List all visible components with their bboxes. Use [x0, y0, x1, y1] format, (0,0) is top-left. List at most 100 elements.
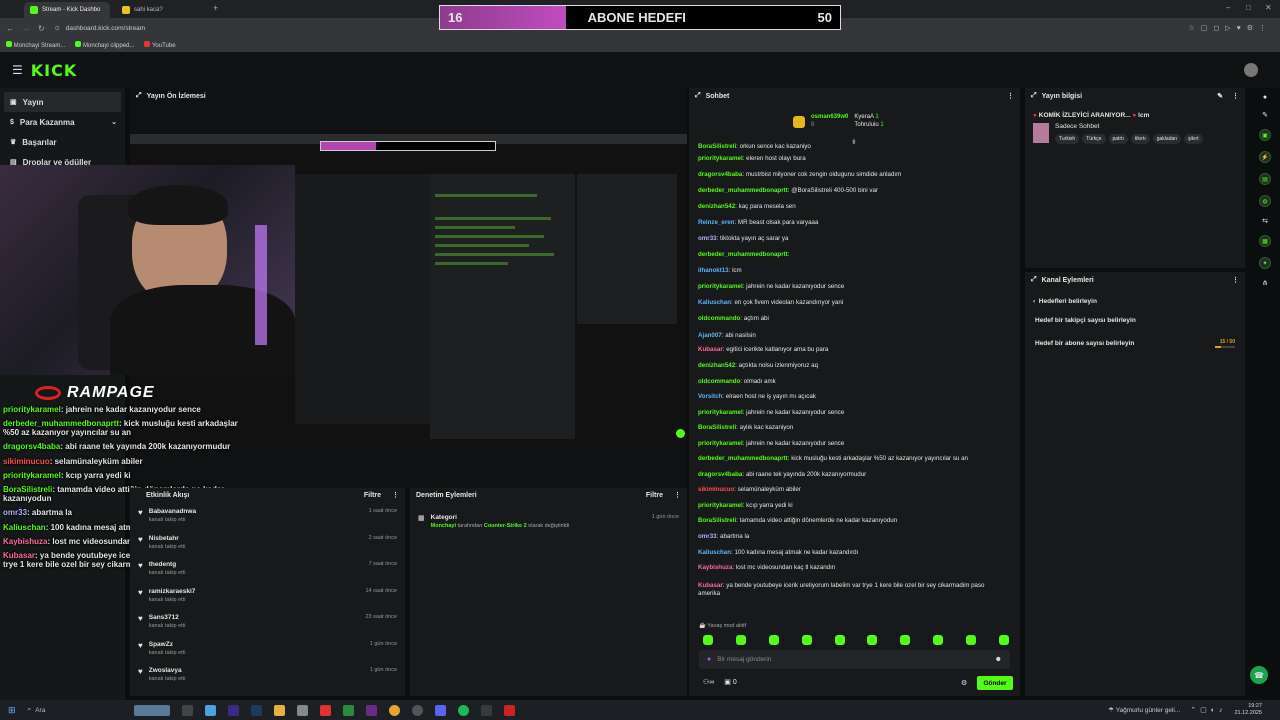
chat-message[interactable]: derbeder_muhammedbonaprtt: kick musluğu … — [689, 455, 968, 462]
bookmark-item[interactable]: Monchayi Stream... — [6, 41, 65, 49]
chat-username[interactable]: Reinze_eren — [698, 219, 734, 226]
chat-username[interactable]: oldcommando — [698, 315, 740, 322]
link-icon[interactable]: ⇆ — [1262, 217, 1268, 225]
chat-message[interactable]: Kaliuschan: en çok fivem videoları kazan… — [689, 299, 843, 306]
chat-username[interactable]: Vorsitch — [698, 393, 722, 400]
chat-message[interactable]: prioritykaramel: kcıp yarra yedi ki — [689, 502, 793, 509]
chat-username[interactable]: denizhan542 — [698, 362, 735, 369]
tag-chip[interactable]: Turkish — [1055, 134, 1080, 144]
discord-icon[interactable] — [434, 704, 446, 716]
new-tab-icon[interactable]: + — [213, 3, 218, 13]
site-info-icon[interactable]: ⊙ — [55, 25, 60, 32]
chat-username[interactable]: ilhanokt13 — [698, 267, 729, 274]
chat-username[interactable]: omr33 — [698, 235, 717, 242]
chrome-icon[interactable] — [388, 704, 400, 716]
emote-icon[interactable] — [933, 635, 944, 645]
folder-icon[interactable] — [273, 704, 285, 716]
chat-username[interactable]: dragorsv4baba — [698, 171, 742, 178]
expand-icon[interactable]: ⤢ — [695, 92, 701, 100]
chat-username[interactable]: derbeder_muhammedbonaprtt — [698, 251, 788, 258]
rail-tools-icon[interactable]: ✦ — [1259, 257, 1271, 269]
chat-message[interactable]: dragorsv4baba: abi raane tek yayında 200… — [689, 471, 866, 478]
activity-filter[interactable]: Filtre — [364, 492, 381, 499]
url-field[interactable]: dashboard.kick.com/stream — [66, 25, 145, 32]
chat-message[interactable]: prioritykaramel: jahrein ne kadar kazanı… — [689, 283, 844, 290]
chat-input[interactable]: ● Bir mesaj gönderin ☻ — [699, 650, 1010, 669]
chat-message[interactable]: Ajan007: abi nasilsin — [689, 332, 756, 339]
clock[interactable]: 19:27 21.12.2025 — [1234, 703, 1262, 717]
support-chat-button[interactable]: ☎ — [1250, 666, 1268, 684]
chat-username[interactable]: sikiminucuo — [698, 486, 734, 493]
chat-message[interactable]: derbeder_muhammedbonaprtt: @BoraSilistre… — [689, 187, 878, 194]
bookmark-item[interactable]: Monchayi clipped... — [75, 41, 134, 49]
taskbar-search[interactable]: ⌕ Ara — [28, 703, 128, 717]
users-icon[interactable]: ⚇∞ — [703, 678, 714, 686]
emote-icon[interactable] — [998, 635, 1009, 645]
emote-icon[interactable] — [768, 635, 779, 645]
chat-message[interactable]: BoraSilistreli: orkun sence kac kazaniyo — [689, 143, 811, 150]
menu-icon[interactable]: ☰ — [12, 63, 23, 77]
tag-chip[interactable]: şikırt — [1184, 134, 1203, 144]
chat-username[interactable]: BoraSilistreli — [698, 517, 736, 524]
more-icon[interactable]: ⋮ — [674, 491, 681, 499]
chat-message[interactable]: prioritykaramel: jahrein ne kadar kazanı… — [689, 409, 844, 416]
edge-icon[interactable] — [204, 704, 216, 716]
more-icon[interactable]: ⋮ — [1232, 276, 1239, 284]
obs-icon[interactable] — [411, 704, 423, 716]
windows-start-icon[interactable]: ⊞ — [8, 705, 16, 716]
chat-username[interactable]: oldcommando — [698, 378, 740, 385]
emote-icon[interactable] — [735, 635, 746, 645]
notepad-icon[interactable] — [296, 704, 308, 716]
extension-icons[interactable]: ☆▢◻▷♥⚙⋮ — [1188, 24, 1272, 32]
excel-icon[interactable] — [342, 704, 354, 716]
more-icon[interactable]: ⋮ — [392, 491, 399, 499]
rail-layout-icon[interactable]: ▦ — [1259, 235, 1271, 247]
spotify-icon[interactable] — [457, 704, 469, 716]
pin-icon[interactable]: ⇟ — [851, 138, 857, 146]
kick-logo[interactable]: KICK — [31, 61, 78, 80]
sidebar-item-basarilar[interactable]: ♛ Başarılar — [0, 132, 125, 152]
chat-username[interactable]: denizhan542 — [698, 203, 735, 210]
chat-message[interactable]: oldcommando: açtım abi — [689, 315, 769, 322]
more-icon[interactable]: ⋮ — [1007, 92, 1014, 100]
tag-chip[interactable]: patrtı — [1108, 134, 1128, 144]
chat-message[interactable]: sikiminucuo: selamünaleyküm abiler — [689, 486, 801, 493]
emote-icon[interactable] — [966, 635, 976, 645]
emote-icon[interactable] — [867, 635, 878, 645]
browser-tab[interactable]: sahi kaca? — [116, 2, 206, 18]
chat-message[interactable]: denizhan542: açtıkta nolsu izlenmiyoruz … — [689, 362, 818, 369]
info-icon[interactable]: ● — [1263, 94, 1267, 101]
chat-username[interactable]: derbeder_muhammedbonaprtt — [698, 187, 788, 194]
premiere-icon[interactable] — [227, 704, 239, 716]
settings-icon[interactable]: ⚙ — [961, 679, 967, 687]
chat-username[interactable]: BoraSilistreli — [698, 424, 736, 431]
chat-username[interactable]: derbeder_muhammedbonaprtt — [698, 455, 788, 462]
tag-chip[interactable]: gakladan — [1152, 134, 1182, 144]
emote-icon[interactable] — [703, 635, 713, 645]
tray-icons[interactable]: ⌃▢◐♪ — [1190, 706, 1226, 714]
audit-filter[interactable]: Filtre — [646, 492, 663, 499]
sidebar-item-yayin[interactable]: ▣ Yayın — [4, 92, 121, 112]
forward-icon[interactable]: → — [22, 24, 30, 33]
chat-message[interactable]: Vorsitch: elraen host ne iş yayın mı açı… — [689, 393, 816, 400]
more-icon[interactable]: ⋮ — [1232, 92, 1239, 100]
chat-message[interactable]: oldcommando: olmadı amk — [689, 378, 776, 385]
chat-username[interactable]: Kaliuschan — [698, 299, 731, 306]
task-view-icon[interactable] — [181, 704, 193, 716]
opera-icon[interactable] — [319, 704, 331, 716]
expand-icon[interactable]: ⤢ — [1031, 276, 1037, 284]
photoshop-icon[interactable] — [250, 704, 262, 716]
chat-message[interactable]: BoraSilistreli: aylık kac kazaniyon — [689, 424, 793, 431]
chat-message[interactable]: derbeder_muhammedbonaprtt: — [689, 251, 789, 258]
chat-username[interactable]: dragorsv4baba — [698, 471, 742, 478]
emote-icon[interactable] — [801, 635, 812, 645]
chat-username[interactable]: Ajan007 — [698, 332, 722, 339]
emote-icon[interactable] — [834, 635, 845, 645]
emoji-icon[interactable]: ☻ — [995, 656, 1002, 663]
send-button[interactable]: Gönder — [977, 676, 1013, 690]
chat-username[interactable]: Kaybishuza — [698, 564, 732, 571]
share-icon[interactable]: ⋔ — [1262, 279, 1268, 287]
chat-message[interactable]: prioritykaramel: jahrein ne kadar kazanı… — [689, 440, 844, 447]
mic-icon[interactable]: ● — [707, 656, 711, 663]
aftereffects-icon[interactable] — [365, 704, 377, 716]
